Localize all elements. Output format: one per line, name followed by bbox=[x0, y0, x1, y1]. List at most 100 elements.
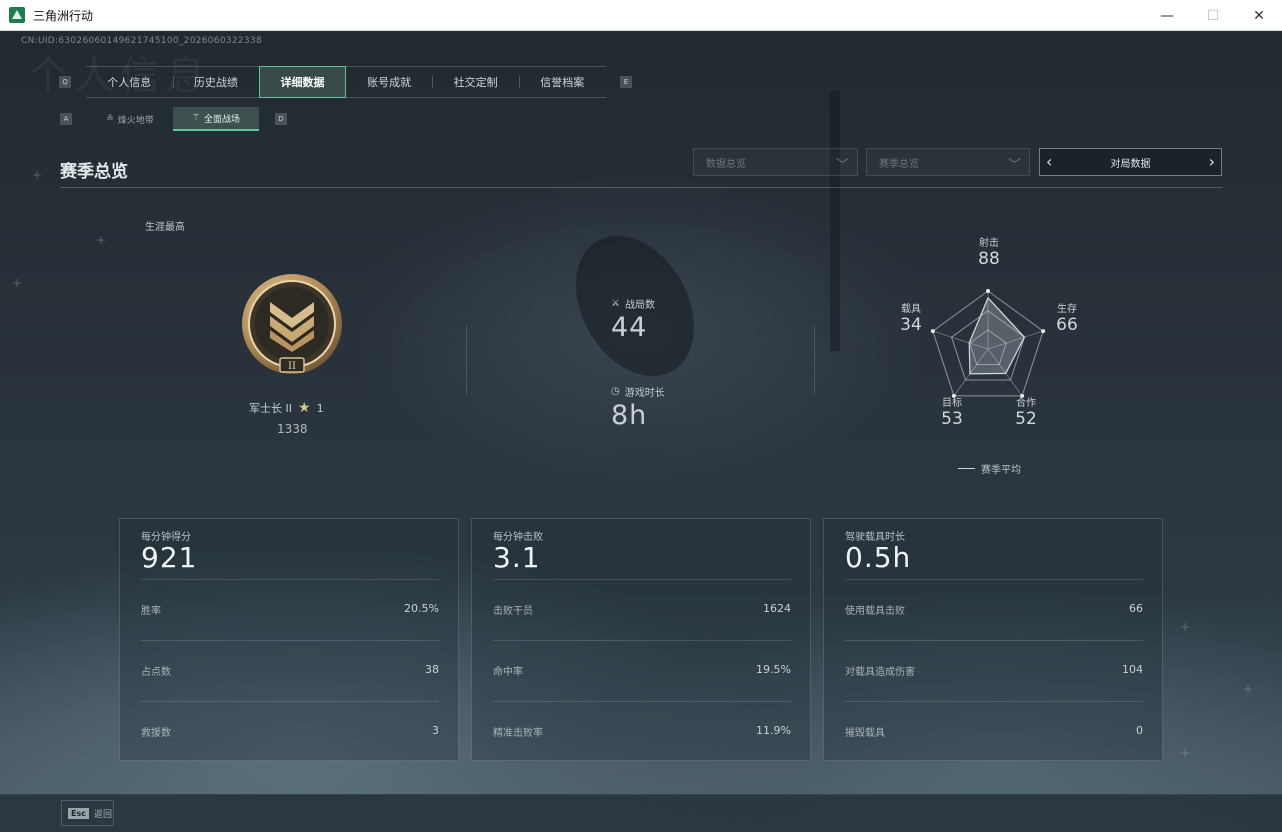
rank-badge-icon: II bbox=[242, 274, 342, 374]
crossed-swords-icon: ⚔ bbox=[611, 298, 620, 309]
card-divider bbox=[493, 579, 791, 580]
tab-history[interactable]: 历史战绩 bbox=[172, 67, 260, 97]
card-row: 救援数 3 bbox=[141, 724, 439, 739]
radar-legend: 赛季平均 bbox=[958, 461, 1021, 476]
column-divider bbox=[814, 326, 815, 394]
card-divider bbox=[845, 640, 1143, 641]
rank-name: 军士长 II bbox=[249, 402, 292, 415]
card-divider bbox=[845, 701, 1143, 702]
decor-plus-icon: + bbox=[1180, 746, 1191, 760]
matches-stat: ⚔ 战局数 44 bbox=[611, 296, 655, 343]
subtab-label: 全面战场 bbox=[204, 114, 241, 125]
career-best-label: 生涯最高 bbox=[145, 222, 185, 233]
card-divider bbox=[493, 640, 791, 641]
card-big-value: 921 bbox=[141, 541, 198, 574]
kills-card: 每分钟击败 3.1 击败干员 1624 命中率 19.5% 精准击败率 11.9% bbox=[471, 518, 811, 761]
rank-name-row: 军士长 II ★ 1 bbox=[249, 400, 324, 416]
tab-reputation[interactable]: 信誉档案 bbox=[518, 67, 606, 97]
card-row: 精准击败率 11.9% bbox=[493, 724, 791, 739]
playtime-value: 8h bbox=[611, 400, 648, 431]
legend-line-icon bbox=[958, 468, 975, 469]
subtab-hazard-zone[interactable]: ≗ 烽火地带 bbox=[87, 107, 173, 131]
card-big-value: 0.5h bbox=[845, 541, 912, 574]
sub-tab-bar: ≗ 烽火地带 ⚚ 全面战场 bbox=[87, 107, 259, 131]
esc-key-hint: Esc bbox=[68, 807, 89, 819]
section-title: 赛季总览 bbox=[60, 162, 128, 182]
matches-label: 战局数 bbox=[624, 300, 655, 311]
column-divider bbox=[466, 326, 467, 394]
tab-personal-info[interactable]: 个人信息 bbox=[86, 67, 173, 97]
tab-achievements[interactable]: 账号成就 bbox=[346, 67, 433, 97]
tab-social[interactable]: 社交定制 bbox=[432, 67, 519, 97]
clock-icon: ◷ bbox=[611, 386, 620, 397]
radar-label-vehicle: 载具 34 bbox=[900, 304, 922, 335]
tab-prev-key-hint: Q bbox=[59, 76, 71, 88]
hazard-zone-icon: ≗ bbox=[106, 114, 114, 124]
card-big-value: 3.1 bbox=[493, 541, 541, 574]
decor-plus-icon: + bbox=[1243, 682, 1254, 696]
pager-label: 对局数据 bbox=[1110, 158, 1151, 170]
decor-plus-icon: + bbox=[1180, 620, 1191, 634]
card-row: 摧毁载具 0 bbox=[845, 724, 1143, 739]
card-divider bbox=[845, 579, 1143, 580]
rank-star-count: 1 bbox=[316, 401, 324, 415]
card-row: 使用载具击败 66 bbox=[845, 602, 1143, 617]
subtab-prev-key-hint: A bbox=[60, 113, 72, 125]
card-row: 对载具造成伤害 104 bbox=[845, 663, 1143, 678]
dropdown-value: 赛季总览 bbox=[879, 158, 919, 170]
score-card: 每分钟得分 921 胜率 20.5% 占点数 38 救援数 3 bbox=[119, 518, 459, 761]
card-divider bbox=[141, 701, 439, 702]
chevron-down-icon: ﹀ bbox=[1007, 158, 1021, 173]
vehicle-card: 驾驶载具时长 0.5h 使用载具击败 66 对载具造成伤害 104 摧毁载具 0 bbox=[823, 518, 1163, 761]
card-divider bbox=[493, 701, 791, 702]
subtab-full-battlefield[interactable]: ⚚ 全面战场 bbox=[173, 107, 259, 131]
back-button[interactable]: Esc 返回 bbox=[61, 800, 114, 826]
decor-plus-icon: + bbox=[12, 276, 23, 290]
window-title: 三角洲行动 bbox=[33, 8, 94, 23]
star-icon: ★ bbox=[298, 400, 311, 416]
data-type-dropdown[interactable]: 数据总览 ﹀ bbox=[693, 148, 858, 176]
minimize-button[interactable]: — bbox=[1144, 0, 1190, 31]
card-row: 命中率 19.5% bbox=[493, 663, 791, 678]
card-row: 占点数 38 bbox=[141, 663, 439, 678]
tab-next-key-hint: E bbox=[620, 76, 632, 88]
decor-plus-icon: + bbox=[32, 168, 43, 182]
game-scene: 个人信息 + + + + + + CN:UID:6302606014962174… bbox=[0, 31, 1282, 832]
matches-value: 44 bbox=[611, 312, 648, 343]
badge-numeral: II bbox=[288, 361, 296, 372]
pager-next-button[interactable]: › bbox=[1209, 152, 1215, 171]
main-tab-bar: 个人信息 历史战绩 详细数据 账号成就 社交定制 信誉档案 bbox=[86, 66, 606, 98]
pager-prev-button[interactable]: ‹ bbox=[1046, 152, 1052, 171]
data-pager: ‹ 对局数据 › bbox=[1039, 148, 1222, 176]
battlefield-icon: ⚚ bbox=[191, 113, 201, 123]
season-dropdown[interactable]: 赛季总览 ﹀ bbox=[866, 148, 1030, 176]
decor-plus-icon: + bbox=[96, 233, 107, 247]
tab-detailed-data[interactable]: 详细数据 bbox=[259, 66, 346, 98]
card-row: 胜率 20.5% bbox=[141, 602, 439, 617]
app-logo-icon bbox=[9, 7, 25, 23]
maximize-button[interactable]: ☐ bbox=[1190, 0, 1236, 31]
close-button[interactable]: ✕ bbox=[1236, 0, 1282, 31]
dropdown-value: 数据总览 bbox=[706, 158, 746, 170]
legend-label: 赛季平均 bbox=[981, 465, 1021, 476]
playtime-label: 游戏时长 bbox=[624, 388, 665, 399]
player-uid: CN:UID:63026060149621745100_202606032233… bbox=[21, 36, 263, 46]
bottom-bar: Esc 返回 bbox=[0, 794, 1282, 832]
playtime-stat: ◷ 游戏时长 8h bbox=[611, 384, 665, 431]
back-label: 返回 bbox=[93, 809, 112, 820]
radar-label-shooting: 射击 88 bbox=[978, 238, 1000, 269]
background-mast bbox=[830, 91, 840, 351]
subtab-next-key-hint: D bbox=[275, 113, 287, 125]
section-divider bbox=[60, 187, 1222, 188]
card-divider bbox=[141, 640, 439, 641]
card-row: 击败干员 1624 bbox=[493, 602, 791, 617]
card-divider bbox=[141, 579, 439, 580]
chevron-down-icon: ﹀ bbox=[835, 158, 849, 173]
radar-label-objective: 目标 53 bbox=[941, 398, 963, 429]
radar-label-teamwork: 合作 52 bbox=[1015, 398, 1037, 429]
radar-vertex-dot bbox=[986, 289, 990, 293]
window-titlebar: 三角洲行动 — ☐ ✕ bbox=[0, 0, 1282, 31]
radar-label-survival: 生存 66 bbox=[1056, 304, 1078, 335]
rank-score: 1338 bbox=[277, 422, 308, 436]
subtab-label: 烽火地带 bbox=[117, 115, 154, 126]
